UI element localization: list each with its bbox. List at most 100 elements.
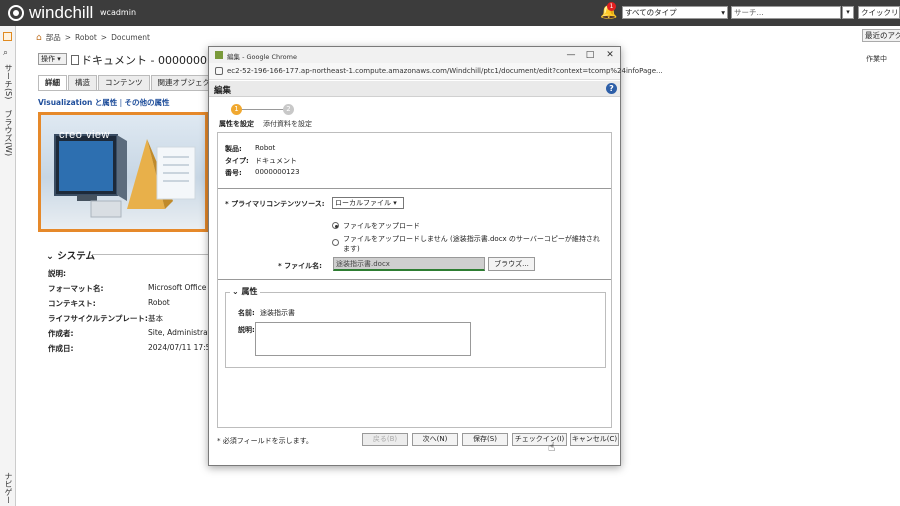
chrome-favicon-icon [215,51,223,59]
left-rail: ⌕ サーチ(S) ブラウズ(W) [0,26,16,506]
system-field-value: 基本 [148,314,163,323]
hand-cursor-icon: ☝ [548,440,556,454]
maximize-button[interactable]: □ [583,49,597,61]
other-attributes-link[interactable]: その他の属性 [125,98,170,107]
search-icon[interactable]: ⌕ [3,48,8,58]
detail-tabs: 詳細 構造 コンテンツ 関連オブジェクト [38,75,226,90]
actions-menu-button[interactable]: 操作 ▾ [38,53,67,65]
system-field-label: 説明: [48,269,66,278]
wizard-step-1-label[interactable]: 属性を設定 [219,119,254,129]
dialog-titlebar[interactable]: 編集 - Google Chrome — □ ✕ [209,47,620,63]
system-section-title: システム [57,251,95,262]
breadcrumb: ⌂ 部品 > Robot > Document [36,32,150,43]
description-textarea[interactable] [255,322,471,356]
attributes-form: 製品: Robot タイプ: ドキュメント 番号: 0000000123 * プ… [217,132,612,428]
wizard-step-2-indicator[interactable]: 2 [283,104,294,115]
system-field-value[interactable]: Robot [148,298,208,307]
wizard-step-connector [242,109,283,110]
quick-search-button[interactable]: クイックリ [858,6,900,19]
number-label: 番号: [225,169,242,177]
system-field-value[interactable]: Site, Administrator [148,328,208,337]
upload-file-radio[interactable] [332,222,339,229]
browse-rail-tab[interactable]: ブラウズ(W) [3,110,14,156]
chevron-down-icon: ▾ [721,8,725,17]
dialog-heading: 編集 [214,86,232,96]
link-separator: | [119,98,123,107]
user-name[interactable]: wcadmin [100,8,136,17]
windchill-logo[interactable]: windchill [8,3,93,23]
navigator-rail-tab[interactable]: ナビゲー [3,472,14,504]
file-name-input[interactable]: 途装指示書.docx [333,257,485,271]
minimize-button[interactable]: — [564,49,578,61]
panel-toggle-icon[interactable] [3,32,12,41]
next-button[interactable]: 次へ(N) [412,433,458,446]
system-section-header[interactable]: ⌄ システム [46,248,95,262]
number-value: 0000000123 [255,168,300,176]
section-divider [92,254,208,255]
name-label: 名前: [238,309,255,317]
breadcrumb-item[interactable]: Document [111,33,150,42]
system-field-label: 作成日: [48,344,74,353]
system-field-value: 2024/07/11 17:51 J [148,343,208,352]
notification-badge: 1 [607,2,616,11]
breadcrumb-item[interactable]: 部品 [46,32,61,43]
back-button[interactable]: 戻る(B) [362,433,408,446]
close-button[interactable]: ✕ [603,49,617,61]
breadcrumb-separator: > [64,33,72,42]
search-dropdown[interactable]: ▾ [842,6,854,19]
visualization-links: Visualization と属性 | その他の属性 [38,97,170,108]
search-rail-tab[interactable]: サーチ(S) [3,64,14,99]
system-field-label: フォーマット名: [48,284,104,293]
dialog-url[interactable]: ec2-52-196-166-177.ap-northeast-1.comput… [227,67,663,75]
type-value: ドキュメント [255,157,297,165]
no-upload-radio-label-cont[interactable]: ます) [343,244,360,254]
attributes-link[interactable]: と属性 [95,98,118,107]
logo-text: windchill [29,3,94,22]
tab-divider [38,90,208,91]
check-in-button[interactable]: チェックイン(I) [512,433,567,446]
save-button[interactable]: 保存(S) [462,433,508,446]
description-label: 説明: [238,326,255,334]
system-field-value: Microsoft Office W [148,283,208,292]
dialog-address-bar[interactable]: ec2-52-196-166-177.ap-northeast-1.comput… [209,63,663,80]
product-label: 製品: [225,145,242,153]
form-divider [218,279,611,280]
edit-dialog-window: 編集 - Google Chrome — □ ✕ ec2-52-196-166-… [208,46,663,466]
required-fields-note: * 必須フィールドを示します。 [217,437,313,445]
help-icon[interactable]: ? [606,83,617,94]
type-label: タイプ: [225,157,249,165]
cancel-button[interactable]: キャンセル(C) [570,433,619,446]
upload-file-radio-label[interactable]: ファイルをアップロード [343,221,420,231]
primary-content-source-select[interactable]: ローカルファイル ▾ [332,197,404,209]
dialog-window-title: 編集 - Google Chrome [227,53,297,61]
type-select[interactable]: すべてのタイプ ▾ [622,6,728,19]
wizard-step-2-label[interactable]: 添付資料を設定 [263,119,312,129]
attributes-section-header[interactable]: ⌄ 属性 [230,286,260,297]
breadcrumb-item[interactable]: Robot [75,33,97,42]
document-icon [71,55,79,65]
no-upload-radio-label[interactable]: ファイルをアップロードしません (途装指示書.docx のサーバーコピーが維持さ… [343,234,600,244]
status-note: 作業中 [866,55,887,63]
windchill-logo-icon [8,5,24,21]
system-field-label: 作成者: [48,329,74,338]
visualization-link[interactable]: Visualization [38,98,92,107]
file-name-label: * ファイル名: [278,262,322,270]
breadcrumb-separator: > [100,33,108,42]
search-input[interactable]: サーチ... [731,6,841,19]
tab-structure[interactable]: 構造 [68,75,97,90]
creo-view-label: creo view [59,129,110,141]
page-info-icon[interactable] [215,67,223,75]
product-value: Robot [255,144,276,152]
no-upload-radio[interactable] [332,239,339,246]
recent-actions-button[interactable]: 最近のアク [862,29,900,42]
tab-details[interactable]: 詳細 [38,75,67,90]
collapse-icon: ⌄ [46,251,54,262]
creo-view-thumbnail[interactable]: creo view [38,112,208,232]
home-icon[interactable]: ⌂ [36,33,42,43]
browse-button[interactable]: ブラウズ... [488,257,535,271]
name-value: 途装指示書 [260,309,295,317]
wizard-step-1-indicator[interactable]: 1 [231,104,242,115]
dialog-header: 編集 ? [209,81,620,97]
tab-content[interactable]: コンテンツ [98,75,150,90]
primary-content-source-label: * プライマリコンテンツソース: [225,200,325,208]
